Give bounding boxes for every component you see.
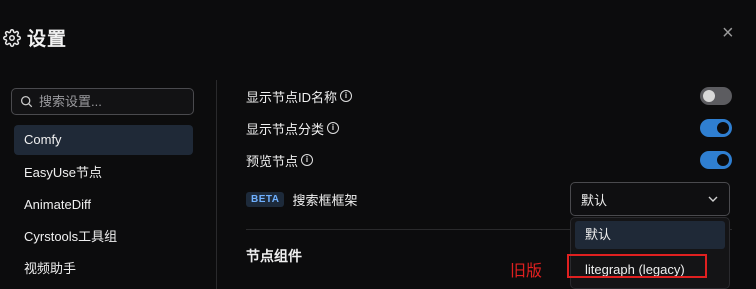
- info-icon[interactable]: i: [340, 90, 353, 102]
- setting-row-show-node-id: 显示节点ID名称 i: [246, 85, 732, 107]
- settings-header: 设置: [3, 24, 67, 51]
- search-framework-dropdown[interactable]: 默认: [570, 182, 730, 216]
- setting-row-show-node-category: 显示节点分类 i: [246, 117, 732, 139]
- sidebar-item-animatediff[interactable]: AnimateDiff: [14, 189, 193, 221]
- gear-icon: [3, 28, 21, 47]
- toggle-knob: [717, 122, 729, 134]
- info-icon[interactable]: i: [327, 122, 340, 134]
- dropdown-value: 默认: [581, 192, 608, 208]
- show-node-category-toggle[interactable]: [700, 119, 732, 137]
- setting-row-preview-node: 预览节点 i: [246, 149, 732, 171]
- setting-label: 显示节点分类: [246, 121, 325, 137]
- sidebar-item-video-assistant[interactable]: 视频助手: [14, 253, 193, 285]
- search-input[interactable]: [39, 94, 189, 109]
- beta-badge: BETA: [246, 191, 285, 207]
- setting-label: 搜索框框架: [292, 192, 358, 208]
- sidebar-item-comfy[interactable]: Comfy: [14, 125, 193, 155]
- info-icon[interactable]: i: [301, 154, 314, 166]
- setting-label: 显示节点ID名称: [246, 89, 338, 105]
- setting-label: 预览节点: [246, 153, 299, 169]
- dropdown-option-legacy[interactable]: litegraph (legacy): [575, 256, 725, 284]
- show-node-id-toggle[interactable]: [700, 87, 732, 105]
- search-icon: [20, 95, 33, 108]
- toggle-knob: [717, 154, 729, 166]
- setting-row-search-framework: BETA 搜索框框架: [246, 188, 546, 210]
- page-title: 设置: [27, 29, 68, 50]
- section-title: 节点组件: [246, 248, 302, 264]
- preview-node-toggle[interactable]: [700, 151, 732, 169]
- sidebar-nav: Comfy EasyUse节点 AnimateDiff Cyrstools工具组…: [14, 125, 193, 285]
- chevron-down-icon: [708, 196, 718, 202]
- sidebar-divider: [216, 80, 217, 289]
- sidebar-item-cyrstools[interactable]: Cyrstools工具组: [14, 221, 193, 253]
- dropdown-option-default[interactable]: 默认: [575, 221, 725, 249]
- dropdown-menu: 默认 litegraph (legacy): [570, 217, 730, 289]
- sidebar-item-easyuse[interactable]: EasyUse节点: [14, 157, 193, 189]
- close-icon[interactable]: ×: [722, 23, 734, 43]
- search-box[interactable]: [11, 88, 194, 115]
- toggle-knob: [703, 90, 715, 102]
- annotation-note: 旧版: [510, 263, 543, 280]
